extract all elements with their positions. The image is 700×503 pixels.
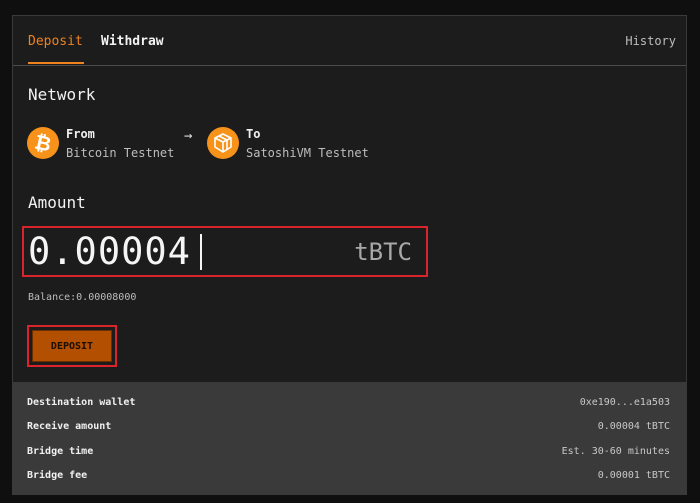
detail-row: Receive amount 0.00004 tBTC [13, 421, 686, 441]
to-label: To [246, 127, 261, 141]
tab-bar: Deposit Withdraw History [13, 16, 686, 66]
to-network: SatoshiVM Testnet [246, 146, 369, 160]
detail-label: Destination wallet [27, 397, 136, 408]
text-caret [200, 234, 202, 270]
arrow-right-icon: → [184, 128, 193, 144]
detail-label: Bridge fee [27, 470, 88, 481]
detail-value: Est. 30-60 minutes [561, 446, 670, 457]
detail-label: Bridge time [27, 446, 94, 457]
deposit-button-highlight: DEPOSIT [27, 325, 117, 367]
satoshivm-icon [207, 127, 239, 159]
history-link[interactable]: History [625, 34, 676, 48]
balance-text: Balance:0.00008000 [28, 292, 137, 303]
bitcoin-icon: ₿ [27, 127, 59, 159]
amount-input[interactable]: 0.00004 tBTC [22, 226, 428, 277]
detail-value: 0.00004 tBTC [597, 421, 670, 432]
detail-label: Receive amount [27, 421, 112, 432]
amount-value: 0.00004 [28, 230, 191, 273]
detail-row: Bridge time Est. 30-60 minutes [13, 446, 686, 466]
amount-title: Amount [28, 193, 86, 212]
detail-row: Bridge fee 0.00001 tBTC [13, 470, 686, 490]
svg-text:₿: ₿ [33, 130, 54, 157]
deposit-button[interactable]: DEPOSIT [32, 330, 112, 362]
bridge-panel: Deposit Withdraw History Network ₿ From … [12, 15, 687, 495]
details-panel: Destination wallet 0xe190...e1a503 Recei… [13, 382, 686, 494]
detail-value: 0xe190...e1a503 [579, 397, 670, 408]
active-tab-indicator [28, 62, 84, 64]
tab-deposit[interactable]: Deposit [28, 34, 83, 49]
from-network: Bitcoin Testnet [66, 146, 175, 160]
detail-value: 0.00001 tBTC [597, 470, 670, 481]
network-title: Network [28, 85, 96, 104]
detail-row: Destination wallet 0xe190...e1a503 [13, 397, 686, 417]
from-label: From [66, 127, 95, 141]
tab-withdraw[interactable]: Withdraw [101, 34, 164, 49]
amount-unit: tBTC [354, 238, 412, 266]
